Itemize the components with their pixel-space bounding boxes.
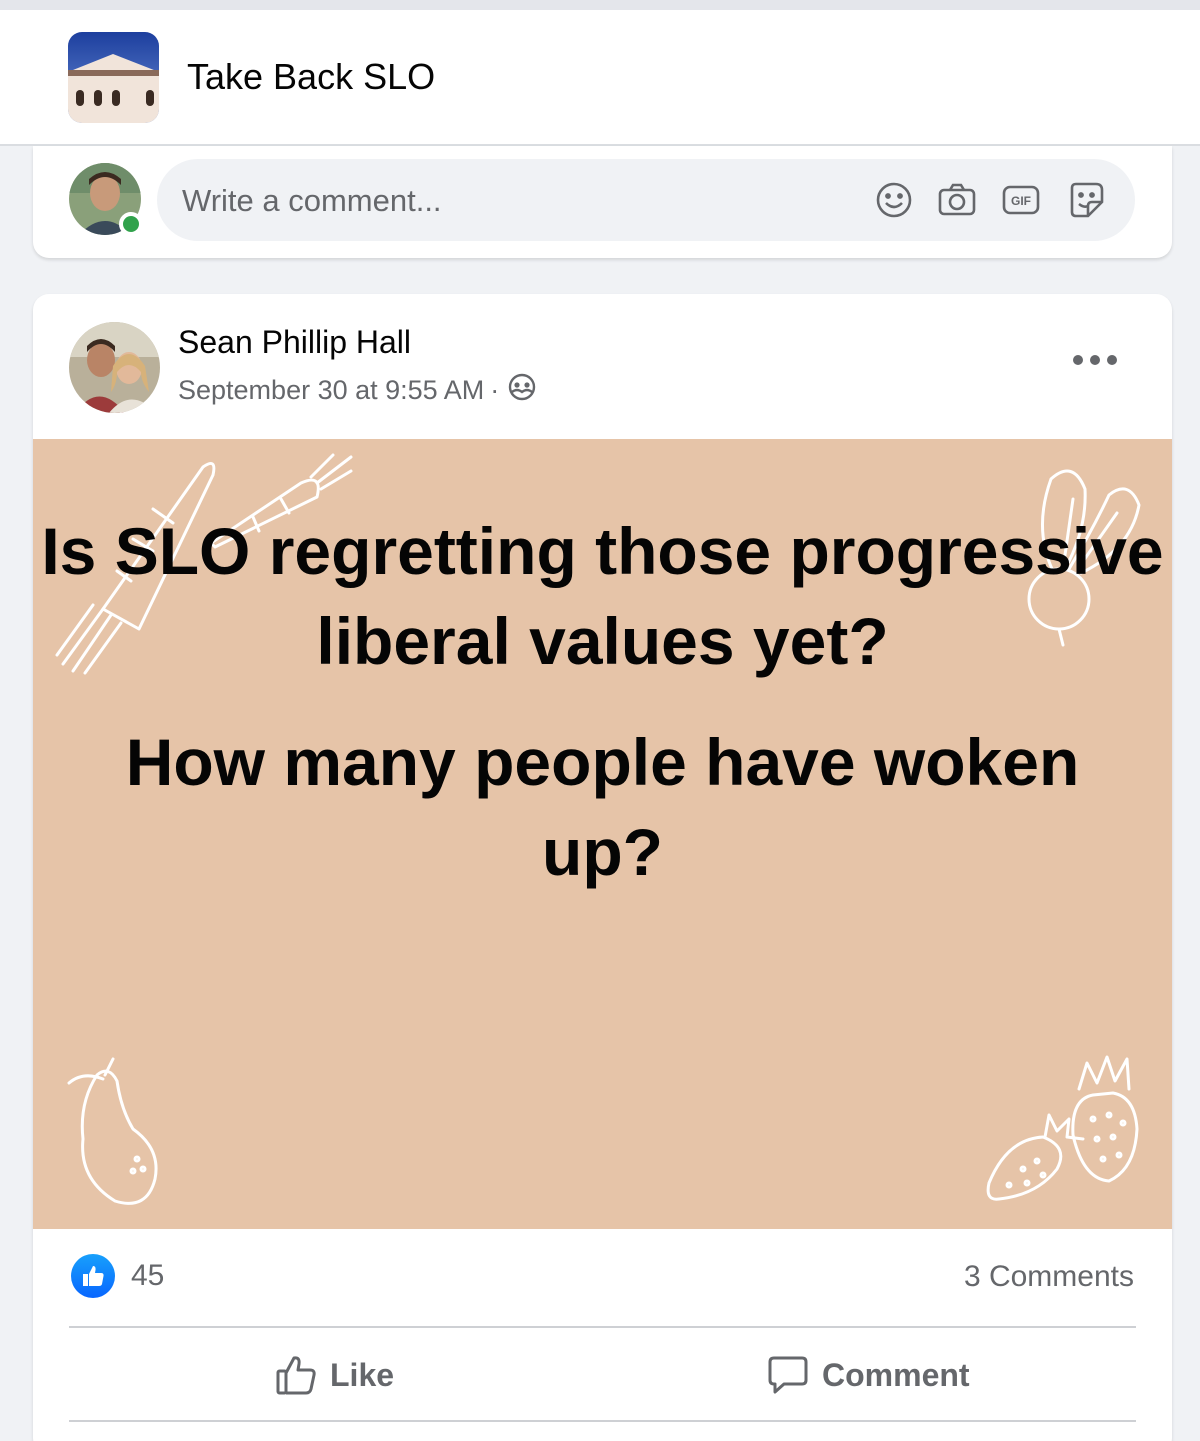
group-audience-icon bbox=[507, 372, 537, 409]
emoji-icon[interactable] bbox=[874, 180, 914, 220]
strawberry-decoration-2 bbox=[986, 1113, 1085, 1201]
comment-label: Comment bbox=[822, 1356, 970, 1393]
gif-icon[interactable]: GIF bbox=[1001, 180, 1041, 220]
comment-bubble-icon bbox=[768, 1356, 808, 1394]
pear-decoration bbox=[67, 1057, 158, 1205]
group-header: Take Back SLO bbox=[0, 10, 1200, 146]
divider bbox=[69, 1326, 1136, 1328]
author-avatar[interactable] bbox=[69, 322, 160, 413]
comment-placeholder: Write a comment... bbox=[182, 183, 442, 218]
post-text-question-2: How many people have woken up? bbox=[125, 725, 1080, 889]
reactions-summary[interactable]: 45 bbox=[71, 1254, 164, 1298]
more-options-icon[interactable] bbox=[1073, 348, 1117, 372]
reaction-count: 45 bbox=[131, 1259, 165, 1292]
author-name[interactable]: Sean Phillip Hall bbox=[178, 324, 411, 361]
previous-post-comment-composer: Write a comment... GIF bbox=[33, 146, 1172, 258]
top-border bbox=[0, 0, 1200, 10]
online-status-indicator bbox=[119, 212, 143, 236]
svg-text:GIF: GIF bbox=[1011, 194, 1031, 208]
divider bbox=[69, 1420, 1136, 1422]
post-timestamp[interactable]: September 30 at 9:55 AM bbox=[178, 375, 484, 406]
meta-separator: · bbox=[490, 375, 500, 405]
group-logo[interactable] bbox=[68, 32, 159, 123]
strawberry-decoration-1 bbox=[1071, 1055, 1139, 1183]
sticker-icon[interactable] bbox=[1066, 180, 1106, 220]
thumbs-up-icon bbox=[276, 1356, 316, 1395]
post-meta: September 30 at 9:55 AM · bbox=[178, 372, 537, 409]
comments-count-link[interactable]: 3 Comments bbox=[964, 1260, 1134, 1294]
camera-icon[interactable] bbox=[937, 180, 977, 220]
group-name[interactable]: Take Back SLO bbox=[187, 56, 435, 98]
post-text-question-1: Is SLO regretting those progressive libe… bbox=[41, 514, 1164, 678]
like-label: Like bbox=[330, 1356, 395, 1393]
comment-input[interactable]: Write a comment... GIF bbox=[157, 159, 1135, 241]
like-button[interactable]: Like bbox=[274, 1340, 394, 1410]
post-card: Sean Phillip Hall September 30 at 9:55 A… bbox=[33, 294, 1172, 1441]
comment-button[interactable]: Comment bbox=[766, 1340, 970, 1410]
like-reaction-icon bbox=[71, 1254, 115, 1298]
